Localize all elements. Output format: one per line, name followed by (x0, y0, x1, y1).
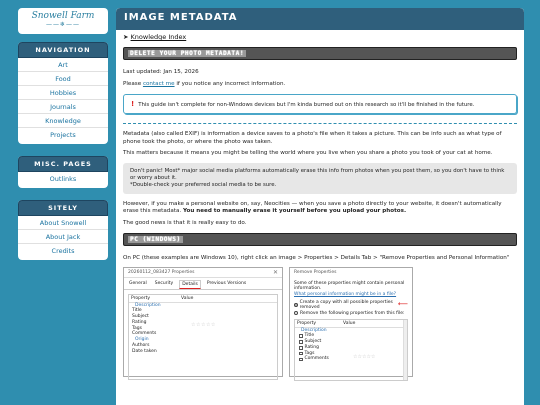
breadcrumb: ➤ Knowledge Index (123, 33, 517, 41)
col-value: Value (181, 295, 194, 301)
warning-text: This guide isn't complete for non-Window… (138, 102, 475, 108)
page-title: IMAGE METADATA (116, 8, 524, 30)
paragraph-neocities: However, if you make a personal website … (123, 201, 517, 216)
nav-link-hobbies[interactable]: Hobbies (18, 85, 108, 99)
paragraph-neocities-bold: You need to manually erase it yourself b… (182, 208, 407, 214)
table-row: Date taken (132, 348, 157, 354)
screenshot-examples: 20260112_083427 Properties ✕ General Sec… (123, 266, 517, 381)
nav-link-projects[interactable]: Projects (18, 127, 108, 141)
site-logo[interactable]: Snowell Farm ——❄—— (18, 8, 108, 34)
nav-link-about-jack[interactable]: About Jack (18, 229, 108, 243)
option-remove-following: Remove the following properties from thi… (294, 311, 408, 316)
nav-panel: NAVIGATION Art Food Hobbies Journals Kno… (18, 42, 108, 144)
nav-panel-title: NAVIGATION (18, 42, 108, 58)
section-header-pc-label: PC (WINDOWS) (128, 236, 183, 243)
note-line-1: Don't panic! Most* major social media pl… (130, 167, 505, 181)
sitely-panel-title: SITELY (18, 200, 108, 216)
pc-instructions: On PC (these examples are Windows 10), r… (123, 255, 510, 261)
details-table-header: Property Value (129, 295, 277, 303)
tab-details: Details (179, 279, 201, 289)
breadcrumb-link-knowledge-index[interactable]: Knowledge Index (131, 33, 187, 41)
checkbox-icon (299, 351, 303, 356)
contact-link[interactable]: contact me (143, 81, 175, 87)
properties-dialog-titlebar: 20260112_083427 Properties ✕ (124, 268, 282, 278)
table-row: Comments (295, 356, 407, 362)
tab-previous-versions: Previous Versions (206, 280, 247, 286)
sitely-panel: SITELY About Snowell About Jack Credits (18, 200, 108, 260)
properties-dialog-title: 20260112_083427 Properties (128, 269, 195, 275)
rating-stars-icon: ☆☆☆☆☆ (191, 321, 216, 328)
section-header-delete-label: DELETE YOUR PHOTO METADATA! (128, 50, 247, 57)
nav-link-about-snowell[interactable]: About Snowell (18, 216, 108, 229)
nav-link-outlinks[interactable]: Outlinks (18, 172, 108, 185)
logo-name: Snowell Farm (31, 11, 95, 21)
remove-properties-table: Property Value Description Title Subject… (294, 318, 408, 381)
main-content: IMAGE METADATA ➤ Knowledge Index DELETE … (116, 8, 524, 405)
tab-general: General (129, 280, 147, 286)
remove-properties-desc: Some of these properties might contain p… (294, 280, 405, 291)
checkbox-icon (299, 357, 303, 362)
checkbox-icon (299, 346, 303, 350)
contact-line: Please contact me if you notice any inco… (123, 81, 517, 89)
checkbox-icon (299, 334, 303, 338)
note-line-2: *Double-check your preferred social medi… (130, 181, 277, 188)
row-label: Comments (304, 356, 329, 362)
red-arrow-icon: ⟵ (397, 300, 408, 308)
contact-post: if you notice any incorrect information. (174, 80, 286, 87)
sidebar: Snowell Farm ——❄—— NAVIGATION Art Food H… (18, 8, 108, 260)
section-header-delete: DELETE YOUR PHOTO METADATA! (123, 47, 517, 60)
col-value: Value (343, 320, 356, 326)
col-property: Property (131, 295, 151, 301)
option-remove-following-label: Remove the following properties from thi… (300, 310, 405, 316)
misc-panel-title: MISC. PAGES (18, 156, 108, 172)
checkbox-icon (299, 340, 303, 344)
option-create-copy-label: Create a copy with all possible properti… (299, 299, 393, 310)
paragraph-metadata-def: Metadata (also called EXIF) is informati… (123, 131, 502, 145)
misc-panel: MISC. PAGES Outlinks (18, 156, 108, 188)
nav-link-credits[interactable]: Credits (18, 243, 108, 257)
col-property: Property (297, 320, 317, 326)
note-box: Don't panic! Most* major social media pl… (123, 162, 517, 194)
exclamation-icon: ! (131, 100, 135, 108)
details-table: Property Value Description Title Subject… (128, 293, 278, 380)
personal-info-link: What personal information might be in a … (294, 291, 397, 297)
divider (123, 123, 517, 124)
logo-snowflake-icon: ——❄—— (45, 21, 81, 28)
option-create-copy: Create a copy with all possible properti… (294, 300, 408, 310)
nav-link-art[interactable]: Art (18, 58, 108, 71)
section-header-pc: PC (WINDOWS) (123, 233, 517, 246)
properties-tabs: General Security Details Previous Versio… (124, 278, 282, 290)
nav-link-food[interactable]: Food (18, 71, 108, 85)
remove-properties-dialog-image[interactable]: Remove Properties Some of these properti… (289, 266, 413, 381)
remove-table-header: Property Value (295, 320, 407, 328)
nav-link-journals[interactable]: Journals (18, 99, 108, 113)
rating-stars-icon: ☆☆☆☆☆ (353, 353, 376, 360)
radio-selected-icon (294, 302, 298, 307)
paragraph-good-news: The good news is that it is really easy … (123, 219, 247, 226)
last-updated: Last updated: Jan 15, 2026 (123, 69, 199, 75)
tab-security: Security (154, 280, 174, 286)
close-icon: ✕ (272, 268, 278, 276)
radio-unselected-icon (294, 311, 298, 315)
remove-properties-titlebar: Remove Properties (294, 269, 337, 275)
scrollbar (403, 319, 407, 380)
breadcrumb-arrow-icon: ➤ (123, 33, 129, 41)
nav-link-knowledge[interactable]: Knowledge (18, 113, 108, 127)
properties-dialog-image[interactable]: 20260112_083427 Properties ✕ General Sec… (123, 266, 283, 380)
contact-pre: Please (123, 80, 143, 87)
paragraph-why-matters: This matters because it means you might … (123, 150, 493, 156)
warning-box: ! This guide isn't complete for non-Windo… (123, 94, 517, 114)
